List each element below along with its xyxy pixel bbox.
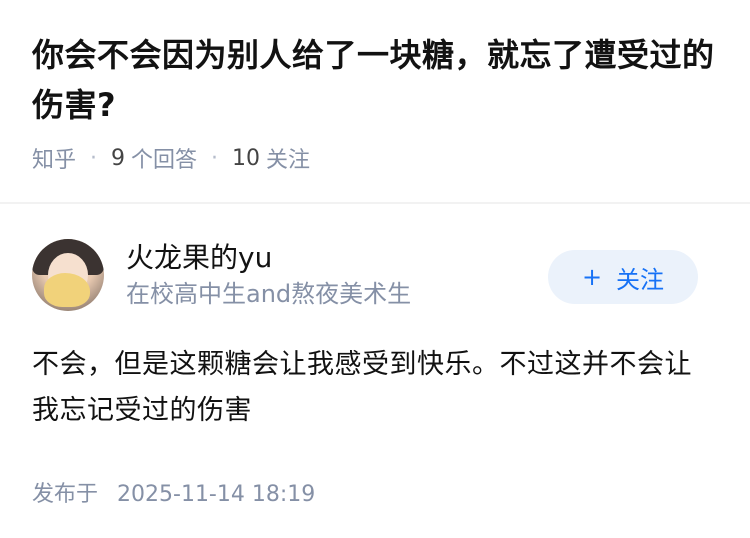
follower-count-label[interactable]: 关注 [266,142,310,174]
question-meta: 知乎 · 9 个回答 · 10 关注 [32,140,718,176]
source-label[interactable]: 知乎 [32,142,76,174]
author-info: 火龙果的yu 在校高中生and熬夜美术生 [126,240,411,310]
author-name[interactable]: 火龙果的yu [126,240,411,276]
publish-label: 发布于 [32,482,99,507]
answer-card: 火龙果的yu 在校高中生and熬夜美术生 + 关注 不会，但是这颗糖会让我感受到… [0,204,750,508]
publish-timestamp: 2025-11-14 18:19 [117,482,316,507]
question-header: 你会不会因为别人给了一块糖，就忘了遭受过的伤害? 知乎 · 9 个回答 · 10… [0,0,750,176]
question-title[interactable]: 你会不会因为别人给了一块糖，就忘了遭受过的伤害? [32,30,718,130]
separator-dot: · [90,145,98,171]
answer-count-label[interactable]: 个回答 [131,142,197,174]
follow-button[interactable]: + 关注 [548,250,698,304]
avatar[interactable] [32,239,104,311]
author-bio: 在校高中生and熬夜美术生 [126,280,412,308]
plus-icon: + [581,263,603,291]
follow-button-label: 关注 [616,265,665,294]
publish-time: 发布于 2025-11-14 18:19 [32,476,718,508]
answer-content: 不会，但是这颗糖会让我感受到快乐。不过这并不会让我忘记受过的伤害 [32,349,692,426]
answer-count: 9 [111,145,126,171]
follower-count: 10 [232,145,261,171]
separator-dot: · [211,145,219,171]
